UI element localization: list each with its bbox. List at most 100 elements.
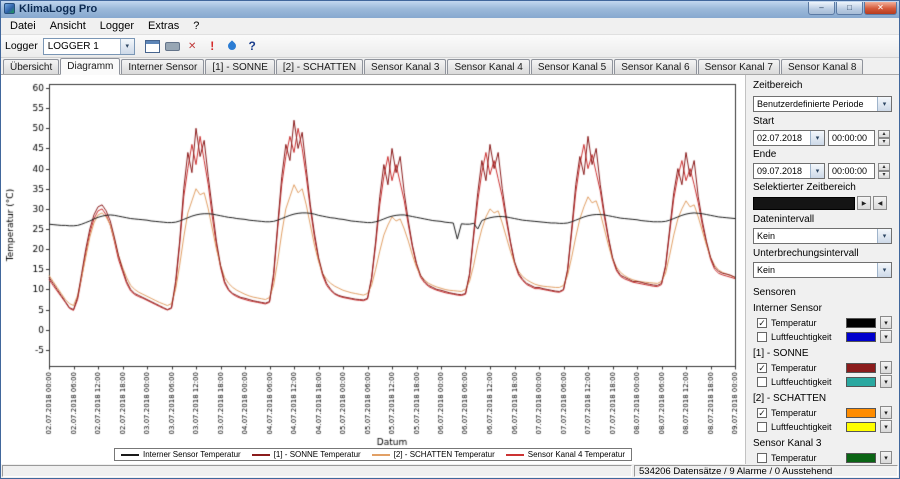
tab-sensor-kanal-5[interactable]: Sensor Kanal 5 [531,59,613,74]
color-swatch[interactable] [846,318,876,328]
humidity-icon[interactable] [224,38,241,55]
chevron-down-icon[interactable] [810,164,824,178]
tabbar: ÜbersichtDiagrammInterner Sensor[1] - SO… [1,58,899,75]
range-forward-button[interactable] [857,196,871,210]
tab-sensor-kanal-7[interactable]: Sensor Kanal 7 [698,59,780,74]
tab-sensor-kanal-4[interactable]: Sensor Kanal 4 [447,59,529,74]
alarm-icon[interactable]: ! [204,38,221,55]
luftfeuchtigkeit-checkbox[interactable] [757,422,767,432]
chevron-down-icon[interactable] [120,39,134,54]
logger-select-value: LOGGER 1 [48,41,99,52]
tab-diagramm[interactable]: Diagramm [60,58,120,75]
chevron-down-icon[interactable] [877,263,891,277]
sensoren-header: Sensoren [753,287,892,298]
temperature-chart[interactable] [3,78,743,448]
help-icon[interactable]: ? [244,38,261,55]
sensor-row: Temperatur [757,451,892,464]
color-swatch[interactable] [846,377,876,387]
sensor-row-label: Luftfeuchtigkeit [771,422,842,432]
temperatur-checkbox[interactable] [757,453,767,463]
legend-item: [2] - SCHATTEN Temperatur [372,450,495,459]
start-time-input[interactable]: 00:00:00 [828,130,875,146]
minimize-button[interactable]: – [808,2,835,15]
spin-up-icon[interactable] [878,130,890,138]
start-date-select[interactable]: 02.07.2018 [753,130,825,146]
tab-2-schatten[interactable]: [2] - SCHATTEN [276,59,363,74]
color-swatch[interactable] [846,422,876,432]
temperatur-checkbox[interactable] [757,408,767,418]
sensor-group-1-sonne: [1] - SONNETemperaturLuftfeuchtigkeit [753,348,892,388]
status-pane-left [2,465,632,477]
color-dropdown-arrow[interactable] [880,375,892,388]
status-summary: 534206 Datensätze / 9 Alarme / 0 Aussteh… [634,465,898,477]
sidebar: Zeitbereich Benutzerdefinierte Periode S… [746,75,899,464]
logger-label: Logger [5,40,38,52]
spin-up-icon[interactable] [878,163,890,171]
window-controls: – □ ✕ [807,2,897,15]
close-button[interactable]: ✕ [864,2,897,15]
usb-transfer-icon[interactable] [164,38,181,55]
sensor-group-sensor-kanal-3: Sensor Kanal 3TemperaturLuftfeuchtigkeit [753,438,892,464]
luftfeuchtigkeit-checkbox[interactable] [757,332,767,342]
selected-range-control [753,196,892,210]
range-slider[interactable] [753,197,855,210]
chevron-down-icon[interactable] [877,97,891,111]
range-back-button[interactable] [873,196,887,210]
maximize-button[interactable]: □ [836,2,863,15]
sensor-group-interner-sensor: Interner SensorTemperaturLuftfeuchtigkei… [753,303,892,343]
read-logger-icon[interactable] [144,38,161,55]
tab-1-sonne[interactable]: [1] - SONNE [205,59,275,74]
legend-label: [2] - SCHATTEN Temperatur [394,450,495,459]
sensor-group-name: [2] - SCHATTEN [753,393,892,404]
color-dropdown-arrow[interactable] [880,330,892,343]
start-time-spinner [878,130,890,146]
chart-panel: Interner Sensor Temperatur[1] - SONNE Te… [1,75,746,464]
color-dropdown-arrow[interactable] [880,316,892,329]
menu-item-ansicht[interactable]: Ansicht [43,19,93,33]
menu-item-extras[interactable]: Extras [141,19,186,33]
app-icon [4,3,15,14]
color-dropdown-arrow[interactable] [880,451,892,464]
chevron-down-icon[interactable] [810,131,824,145]
tab-sensor-kanal-8[interactable]: Sensor Kanal 8 [781,59,863,74]
spin-down-icon[interactable] [878,171,890,179]
menu-item-logger[interactable]: Logger [93,19,141,33]
logger-select[interactable]: LOGGER 1 [43,38,135,55]
temperatur-checkbox[interactable] [757,318,767,328]
unterbrechungsintervall-select[interactable]: Kein [753,262,892,278]
color-swatch[interactable] [846,363,876,373]
ende-date-select[interactable]: 09.07.2018 [753,163,825,179]
tab-sensor-kanal-3[interactable]: Sensor Kanal 3 [364,59,446,74]
chart-legend: Interner Sensor Temperatur[1] - SONNE Te… [114,448,632,461]
period-select[interactable]: Benutzerdefinierte Periode [753,96,892,112]
color-swatch[interactable] [846,453,876,463]
period-select-value: Benutzerdefinierte Periode [757,99,864,109]
legend-line-swatch [121,454,139,456]
temperatur-checkbox[interactable] [757,363,767,373]
sensor-row: Temperatur [757,316,892,329]
color-dropdown-arrow[interactable] [880,420,892,433]
legend-item: Sensor Kanal 4 Temperatur [506,450,625,459]
menu-item-datei[interactable]: Datei [3,19,43,33]
color-dropdown-arrow[interactable] [880,361,892,374]
tab-interner-sensor[interactable]: Interner Sensor [121,59,204,74]
color-dropdown-arrow[interactable] [880,406,892,419]
menu-item-hilfe[interactable]: ? [186,19,206,33]
sensor-groups: Interner SensorTemperaturLuftfeuchtigkei… [753,303,892,464]
ende-time-input[interactable]: 00:00:00 [828,163,875,179]
tab-sensor-kanal-6[interactable]: Sensor Kanal 6 [614,59,696,74]
start-datetime-row: 02.07.2018 00:00:00 [753,130,892,146]
tab-bersicht[interactable]: Übersicht [3,59,59,74]
sensor-row-label: Luftfeuchtigkeit [771,377,842,387]
datenintervall-select[interactable]: Kein [753,228,892,244]
luftfeuchtigkeit-checkbox[interactable] [757,377,767,387]
spin-down-icon[interactable] [878,138,890,146]
color-swatch[interactable] [846,408,876,418]
titlebar[interactable]: KlimaLogg Pro – □ ✕ [1,1,899,18]
sensor-row: Luftfeuchtigkeit [757,420,892,433]
sensor-row: Temperatur [757,361,892,374]
chevron-down-icon[interactable] [877,229,891,243]
toolbar-icons: ✕!? [144,38,261,55]
delete-data-icon[interactable]: ✕ [184,38,201,55]
color-swatch[interactable] [846,332,876,342]
